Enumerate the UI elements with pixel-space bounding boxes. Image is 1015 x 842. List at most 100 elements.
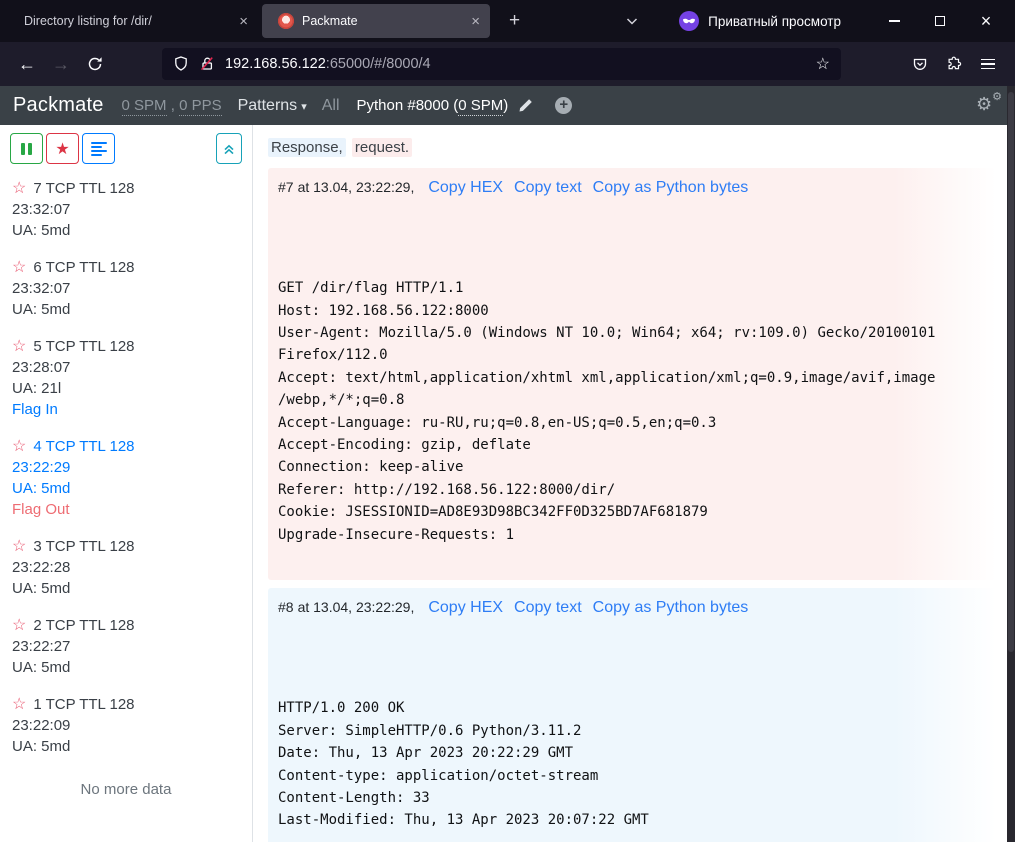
edit-service-pencil-icon[interactable] <box>518 98 533 113</box>
http-line: Host: 192.168.56.122:8000 <box>278 300 986 322</box>
packet-user-agent: UA: 5md <box>12 220 240 241</box>
all-services-menu[interactable]: All <box>322 97 340 115</box>
packet-time: 23:22:28 <box>12 557 240 578</box>
navigation-toolbar: ← → 192.168.56.122:65000/#/8000/4 ☆ <box>0 42 1015 86</box>
maximize-button[interactable] <box>917 4 963 38</box>
packet-sidebar: ★ ☆ 7 TCP TTL 128 23:32:07 UA: 5md <box>0 125 253 842</box>
traffic-stats: 0 SPM , 0 PPS <box>122 97 222 114</box>
packet-title: 7 TCP TTL 128 <box>33 178 134 199</box>
legend: Response, request. <box>268 139 996 156</box>
favorite-star-icon[interactable]: ☆ <box>12 181 26 197</box>
new-tab-button[interactable]: + <box>502 10 527 32</box>
http-line: GET /dir/flag HTTP/1.1 <box>278 277 986 299</box>
url-text: 192.168.56.122:65000/#/8000/4 <box>225 56 806 72</box>
packet-title-row: ☆ 6 TCP TTL 128 <box>12 257 240 278</box>
minimize-button[interactable] <box>871 4 917 38</box>
request-card: #7 at 13.04, 23:22:29, Copy HEX Copy tex… <box>268 168 996 580</box>
list-view-button[interactable] <box>82 133 115 164</box>
packet-title: 4 TCP TTL 128 <box>33 436 134 457</box>
patterns-menu[interactable]: Patterns▾ <box>238 97 307 115</box>
tab-close-icon[interactable]: × <box>471 13 480 30</box>
packet-user-agent: UA: 5md <box>12 736 240 757</box>
settings-gears-icon[interactable]: ⚙⚙ <box>976 94 1002 118</box>
packet-number: #8 <box>278 599 294 615</box>
url-bar[interactable]: 192.168.56.122:65000/#/8000/4 ☆ <box>162 48 841 80</box>
packet-item[interactable]: ☆ 1 TCP TTL 128 23:22:09 UA: 5md <box>12 694 240 757</box>
favorite-star-icon[interactable]: ☆ <box>12 439 26 455</box>
packet-item[interactable]: ☆ 2 TCP TTL 128 23:22:27 UA: 5md <box>12 615 240 678</box>
pocket-icon[interactable] <box>903 48 937 80</box>
favorites-filter-button[interactable]: ★ <box>46 133 79 164</box>
spm-stat: 0 SPM <box>122 97 167 116</box>
http-line: Date: Thu, 13 Apr 2023 20:22:29 GMT <box>278 742 986 764</box>
sidebar-controls: ★ <box>0 133 252 164</box>
app-menu-hamburger-icon[interactable] <box>971 48 1005 80</box>
http-line: Last-Modified: Thu, 13 Apr 2023 20:07:22… <box>278 809 986 831</box>
copy-hex-link[interactable]: Copy HEX <box>428 179 503 197</box>
packet-time: 23:22:29 <box>12 457 240 478</box>
packet-title: 1 TCP TTL 128 <box>33 694 134 715</box>
legend-request-chip: request. <box>352 138 412 157</box>
private-mask-icon <box>679 11 699 31</box>
packet-flag-label: Flag In <box>12 399 240 420</box>
tab-title: Directory listing for /dir/ <box>24 14 231 28</box>
packmate-favicon-icon <box>278 13 294 29</box>
packet-title: 6 TCP TTL 128 <box>33 257 134 278</box>
copy-text-link[interactable]: Copy text <box>514 179 582 197</box>
packet-item[interactable]: ☆ 6 TCP TTL 128 23:32:07 UA: 5md <box>12 257 240 320</box>
tab-close-icon[interactable]: × <box>239 13 248 30</box>
packet-item[interactable]: ☆ 7 TCP TTL 128 23:32:07 UA: 5md <box>12 178 240 241</box>
copy-hex-link[interactable]: Copy HEX <box>428 599 503 617</box>
forward-button[interactable]: → <box>44 48 78 80</box>
tracking-protection-shield-icon[interactable] <box>173 56 189 72</box>
firefox-window: Directory listing for /dir/ × Packmate ×… <box>0 0 1015 842</box>
http-line: /webp,*/*;q=0.8 <box>278 389 986 411</box>
favorite-star-icon[interactable]: ☆ <box>12 539 26 555</box>
http-line: Accept-Encoding: gzip, deflate <box>278 434 986 456</box>
pps-stat: 0 PPS <box>179 97 222 116</box>
http-line: Server: SimpleHTTP/0.6 Python/3.11.2 <box>278 720 986 742</box>
close-window-button[interactable]: × <box>963 4 1009 38</box>
packet-item[interactable]: ☆ 5 TCP TTL 128 23:28:07 UA: 21l Flag In <box>12 336 240 420</box>
sidebar-no-more-data: No more data <box>0 781 252 798</box>
pause-capture-button[interactable] <box>10 133 43 164</box>
list-all-tabs-chevron-icon[interactable] <box>625 14 639 28</box>
scrollbar-thumb[interactable] <box>1008 92 1014 652</box>
add-service-button[interactable]: + <box>555 97 572 114</box>
extensions-puzzle-icon[interactable] <box>937 48 971 80</box>
caret-down-icon: ▾ <box>301 101 307 113</box>
favorite-star-icon[interactable]: ☆ <box>12 697 26 713</box>
copy-python-bytes-link[interactable]: Copy as Python bytes <box>593 599 749 617</box>
tab-directory-listing[interactable]: Directory listing for /dir/ × <box>8 4 258 38</box>
packet-time: 23:32:07 <box>12 278 240 299</box>
packet-item[interactable]: ☆ 4 TCP TTL 128 23:22:29 UA: 5md Flag Ou… <box>12 436 240 520</box>
copy-text-link[interactable]: Copy text <box>514 599 582 617</box>
packet-title-row: ☆ 3 TCP TTL 128 <box>12 536 240 557</box>
copy-python-bytes-link[interactable]: Copy as Python bytes <box>593 179 749 197</box>
packet-title-row: ☆ 1 TCP TTL 128 <box>12 694 240 715</box>
packet-time: 23:22:09 <box>12 715 240 736</box>
packet-time: 23:22:27 <box>12 636 240 657</box>
http-line: Cookie: JSESSIONID=AD8E93D98BC342FF0D325… <box>278 501 986 523</box>
packet-user-agent: UA: 5md <box>12 299 240 320</box>
reload-button[interactable] <box>78 48 112 80</box>
packet-flag-label: Flag Out <box>12 499 240 520</box>
packet-time: 23:28:07 <box>12 357 240 378</box>
insecure-connection-lock-icon[interactable] <box>199 56 215 72</box>
favorite-star-icon[interactable]: ☆ <box>12 618 26 634</box>
http-line: HTTP/1.0 200 OK <box>278 697 986 719</box>
http-line: Content-type: application/octet-stream <box>278 765 986 787</box>
legend-response-chip: Response, <box>268 138 346 157</box>
active-service-label[interactable]: Python #8000 (0 SPM) <box>357 97 509 114</box>
tab-packmate[interactable]: Packmate × <box>262 4 490 38</box>
double-chevron-up-icon <box>222 142 236 156</box>
scroll-to-top-button[interactable] <box>216 133 242 164</box>
brand-title[interactable]: Packmate <box>13 94 104 117</box>
favorite-star-icon[interactable]: ☆ <box>12 260 26 276</box>
http-response-body: HTTP/1.0 200 OKServer: SimpleHTTP/0.6 Py… <box>278 630 986 832</box>
packet-item[interactable]: ☆ 3 TCP TTL 128 23:22:28 UA: 5md <box>12 536 240 599</box>
bookmark-star-icon[interactable]: ☆ <box>816 54 830 74</box>
page-scrollbar[interactable] <box>1007 86 1015 842</box>
back-button[interactable]: ← <box>10 48 44 80</box>
favorite-star-icon[interactable]: ☆ <box>12 339 26 355</box>
